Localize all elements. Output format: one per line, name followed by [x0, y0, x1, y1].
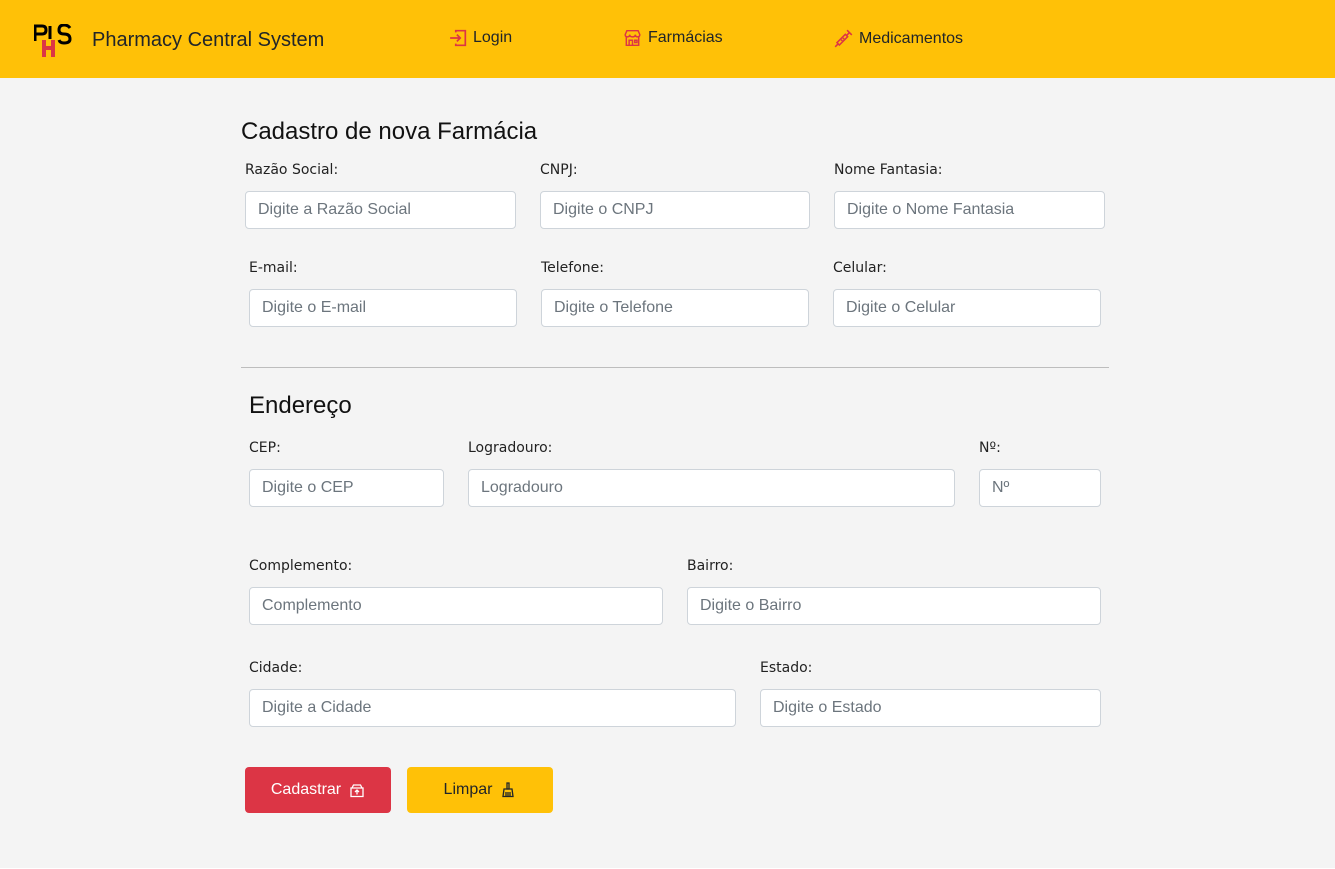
box-upload-icon	[350, 784, 364, 798]
numero-input[interactable]	[979, 469, 1101, 507]
pharmacy-logo[interactable]	[34, 24, 72, 58]
razao-social-label: Razão Social:	[245, 162, 339, 178]
bairro-input[interactable]	[687, 587, 1101, 625]
section-divider	[241, 367, 1109, 368]
razao-social-input[interactable]	[245, 191, 516, 229]
estado-input[interactable]	[760, 689, 1101, 727]
complemento-label: Complemento:	[249, 558, 353, 574]
cnpj-label: CNPJ:	[540, 162, 578, 178]
nav-link-farmacias-label: Farmácias	[648, 29, 723, 46]
nome-fantasia-label: Nome Fantasia:	[834, 162, 943, 178]
login-icon	[450, 29, 467, 47]
nav-link-medicamentos-label: Medicamentos	[859, 29, 964, 47]
numero-label: Nº:	[979, 440, 1001, 456]
celular-label: Celular:	[833, 260, 887, 276]
cidade-label: Cidade:	[249, 660, 303, 676]
email-input[interactable]	[249, 289, 517, 327]
telefone-input[interactable]	[541, 289, 809, 327]
celular-input[interactable]	[833, 289, 1101, 327]
navbar: Pharmacy Central System Login Farmácias …	[0, 0, 1335, 78]
cadastrar-button[interactable]: Cadastrar	[245, 767, 391, 813]
complemento-input[interactable]	[249, 587, 663, 625]
nav-link-login[interactable]: Login	[449, 29, 512, 47]
form-title: Cadastro de nova Farmácia	[241, 118, 538, 145]
logradouro-label: Logradouro:	[468, 440, 553, 456]
limpar-button-label: Limpar	[443, 781, 493, 798]
nav-link-farmacias[interactable]: Farmácias	[623, 29, 723, 47]
cidade-input[interactable]	[249, 689, 736, 727]
cep-label: CEP:	[249, 440, 281, 456]
email-label: E-mail:	[249, 260, 298, 276]
cadastrar-button-label: Cadastrar	[270, 781, 342, 798]
address-title: Endereço	[249, 392, 352, 419]
store-icon	[624, 29, 641, 47]
estado-label: Estado:	[760, 660, 813, 676]
bairro-label: Bairro:	[687, 558, 734, 574]
cnpj-input[interactable]	[540, 191, 810, 229]
telefone-label: Telefone:	[541, 260, 604, 276]
nome-fantasia-input[interactable]	[834, 191, 1105, 229]
brand-title[interactable]: Pharmacy Central System	[92, 29, 324, 52]
limpar-button[interactable]: Limpar	[407, 767, 553, 813]
nav-link-medicamentos[interactable]: Medicamentos	[834, 29, 963, 48]
logradouro-input[interactable]	[468, 469, 955, 507]
nav-link-login-label: Login	[473, 29, 513, 46]
syringe-icon	[834, 29, 853, 48]
broom-icon	[502, 782, 515, 798]
cep-input[interactable]	[249, 469, 444, 507]
